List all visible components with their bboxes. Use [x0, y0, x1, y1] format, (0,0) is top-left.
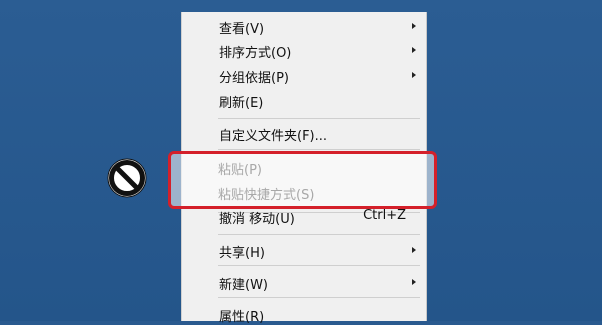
menu-item-label: 排序方式(O) [219, 46, 292, 61]
menu-item-paste-shortcut[interactable]: 粘贴快捷方式(S) [181, 181, 427, 203]
chevron-right-icon [412, 72, 416, 78]
menu-item-label: 新建(W) [219, 278, 268, 293]
menu-separator [218, 297, 420, 298]
chevron-right-icon [412, 23, 416, 29]
menu-item-properties[interactable]: 属性(R) [182, 303, 428, 325]
menu-item-label: 共享(H) [219, 246, 265, 261]
menu-item-label: 粘贴快捷方式(S) [218, 188, 315, 203]
menu-item-customize-folder[interactable]: 自定义文件夹(F)... [182, 122, 428, 144]
menu-item-group-by[interactable]: 分组依据(P) [182, 64, 428, 86]
menu-item-refresh[interactable]: 刷新(E) [182, 89, 428, 111]
menu-item-share[interactable]: 共享(H) [182, 239, 428, 261]
menu-item-sort-by[interactable]: 排序方式(O) [182, 39, 428, 61]
menu-item-label: 撤消 移动(U) [219, 212, 295, 227]
chevron-right-icon [412, 279, 416, 285]
menu-separator [218, 234, 420, 235]
menu-item-label: 刷新(E) [219, 96, 264, 111]
menu-separator [218, 118, 420, 119]
menu-item-label: 自定义文件夹(F)... [219, 129, 328, 144]
menu-separator [218, 265, 420, 266]
chevron-right-icon [412, 47, 416, 53]
menu-item-shortcut: Ctrl+Z [363, 208, 406, 223]
menu-item-view[interactable]: 查看(V) [182, 15, 428, 37]
menu-item-label: 查看(V) [219, 22, 265, 37]
no-entry-icon [107, 158, 147, 198]
menu-item-new[interactable]: 新建(W) [182, 271, 428, 293]
menu-separator [218, 149, 420, 150]
chevron-right-icon [412, 247, 416, 253]
menu-item-label: 属性(R) [219, 310, 265, 325]
menu-item-label: 分组依据(P) [219, 71, 289, 86]
menu-item-paste[interactable]: 粘贴(P) [181, 156, 427, 178]
menu-item-label: 粘贴(P) [218, 163, 262, 178]
